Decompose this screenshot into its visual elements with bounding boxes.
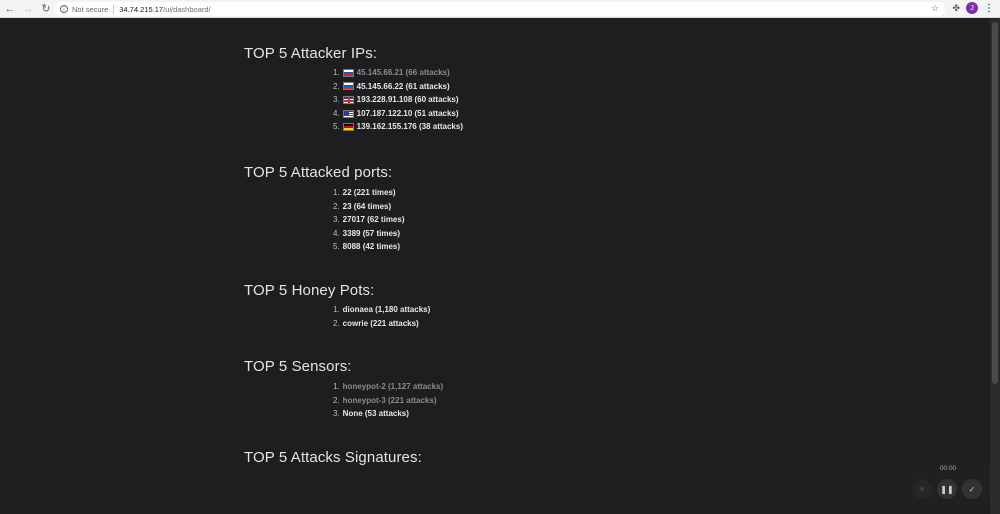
list-item: 5. 8088 (42 times) bbox=[333, 240, 405, 254]
list-item: 1. 22 (221 times) bbox=[333, 186, 405, 200]
browser-toolbar: ← → ↻ i Not secure 34.74.215.17/ui/dashb… bbox=[0, 0, 1000, 18]
section-title-signatures: TOP 5 Attacks Signatures: bbox=[244, 449, 422, 466]
port-link[interactable]: 8088 (42 times) bbox=[343, 240, 400, 254]
divider bbox=[113, 4, 115, 14]
list-item: 1. dionaea (1,180 attacks) bbox=[333, 303, 430, 317]
port-link[interactable]: 22 (221 times) bbox=[343, 186, 396, 200]
honeypot-link[interactable]: dionaea (1,180 attacks) bbox=[343, 303, 431, 317]
scrollbar-thumb[interactable] bbox=[992, 22, 998, 384]
scrollbar[interactable] bbox=[990, 18, 1000, 514]
honeypot-link[interactable]: cowrie (221 attacks) bbox=[343, 317, 419, 331]
sensor-link[interactable]: None (53 attacks) bbox=[343, 407, 409, 421]
list-item: 3. None (53 attacks) bbox=[333, 407, 443, 421]
list-item: 1. 45.145.66.21 (66 attacks) bbox=[333, 66, 463, 80]
sensor-link[interactable]: honeypot-2 (1,127 attacks) bbox=[343, 380, 443, 394]
profile-avatar[interactable]: J bbox=[966, 2, 978, 14]
list-item: 3. 193.228.91.108 (60 attacks) bbox=[333, 93, 463, 107]
uk-flag-icon bbox=[342, 95, 354, 104]
section-title-sensors: TOP 5 Sensors: bbox=[244, 358, 352, 375]
list-item: 5. 139.162.155.176 (38 attacks) bbox=[333, 120, 463, 134]
section-title-attacked-ports: TOP 5 Attacked ports: bbox=[244, 164, 393, 181]
check-icon[interactable]: ✓ bbox=[962, 479, 982, 499]
kebab-menu-icon[interactable]: ⋮ bbox=[984, 3, 994, 14]
list-item: 3. 27017 (62 times) bbox=[333, 213, 405, 227]
list-item: 2. cowrie (221 attacks) bbox=[333, 317, 430, 331]
list-item: 1. honeypot-2 (1,127 attacks) bbox=[333, 380, 443, 394]
close-icon[interactable]: ✕ bbox=[912, 479, 932, 499]
usa-flag-icon bbox=[342, 109, 354, 118]
germany-flag-icon bbox=[342, 123, 354, 132]
url-host: 34.74.215.17 bbox=[119, 4, 164, 14]
security-label: Not secure bbox=[72, 4, 109, 14]
bookmark-star-icon[interactable]: ☆ bbox=[931, 3, 939, 14]
honey-pots-list: 1. dionaea (1,180 attacks) 2. cowrie (221 … bbox=[333, 303, 430, 330]
recording-widget: 00:00 ✕ ❚❚ ✓ bbox=[906, 458, 990, 504]
list-item: 2. 45.145.66.22 (61 attacks) bbox=[333, 80, 463, 94]
port-link[interactable]: 27017 (62 times) bbox=[343, 213, 405, 227]
list-item: 4. 3389 (57 times) bbox=[333, 227, 405, 241]
list-item: 2. 23 (64 times) bbox=[333, 200, 405, 214]
sensor-link[interactable]: honeypot-3 (221 attacks) bbox=[343, 394, 437, 408]
url-path: /ui/dashboard/ bbox=[163, 4, 211, 14]
dashboard-page bbox=[0, 18, 1000, 514]
attacked-ports-list: 1. 22 (221 times) 2. 23 (64 times) 3. 27017… bbox=[333, 186, 405, 254]
back-arrow-icon[interactable]: ← bbox=[2, 1, 18, 17]
port-link[interactable]: 23 (64 times) bbox=[343, 200, 391, 214]
russia-flag-icon bbox=[342, 68, 354, 77]
attacker-ip-link[interactable]: 107.187.122.10 (51 attacks) bbox=[357, 107, 459, 121]
forward-arrow-icon[interactable]: → bbox=[20, 1, 36, 17]
extensions-puzzle-icon[interactable]: ✤ bbox=[952, 3, 960, 14]
reload-icon[interactable]: ↻ bbox=[38, 1, 54, 17]
section-title-honey-pots: TOP 5 Honey Pots: bbox=[244, 282, 375, 299]
list-item: 2. honeypot-3 (221 attacks) bbox=[333, 394, 443, 408]
attacker-ips-list: 1. 45.145.66.21 (66 attacks) 2. 45.145.66.… bbox=[333, 66, 463, 134]
pause-icon[interactable]: ❚❚ bbox=[937, 479, 957, 499]
russia-flag-icon bbox=[342, 82, 354, 91]
sensors-list: 1. honeypot-2 (1,127 attacks) 2. honeypot-… bbox=[333, 380, 443, 421]
recording-timer: 00:00 bbox=[939, 465, 957, 472]
attacker-ip-link[interactable]: 139.162.155.176 (38 attacks) bbox=[357, 120, 463, 134]
attacker-ip-link[interactable]: 193.228.91.108 (60 attacks) bbox=[357, 93, 459, 107]
section-title-attacker-ips: TOP 5 Attacker IPs: bbox=[244, 45, 378, 62]
attacker-ip-link[interactable]: 45.145.66.22 (61 attacks) bbox=[357, 80, 450, 94]
attacker-ip-link[interactable]: 45.145.66.21 (66 attacks) bbox=[357, 66, 450, 80]
port-link[interactable]: 3389 (57 times) bbox=[343, 227, 400, 241]
address-bar[interactable]: i Not secure 34.74.215.17/ui/dashboard/ … bbox=[55, 2, 945, 16]
list-item: 4. 107.187.122.10 (51 attacks) bbox=[333, 107, 463, 121]
info-icon[interactable]: i bbox=[60, 5, 68, 13]
